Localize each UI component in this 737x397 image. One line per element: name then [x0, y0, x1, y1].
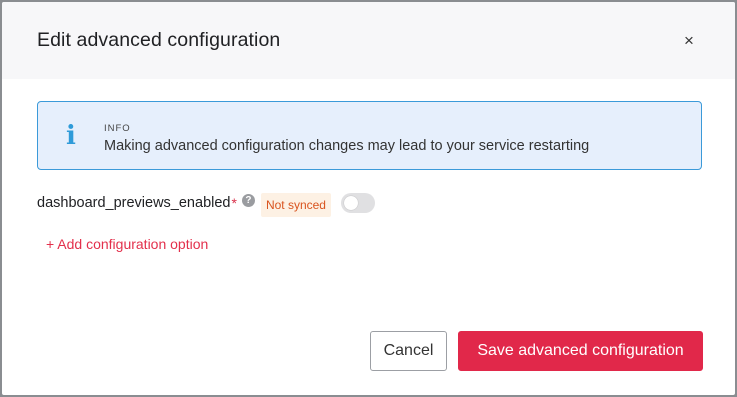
config-key: dashboard_previews_enabled: [37, 195, 231, 211]
help-icon[interactable]: ?: [241, 193, 255, 207]
close-icon[interactable]: ×: [677, 29, 701, 53]
info-message: Making advanced configuration changes ma…: [104, 138, 590, 154]
config-option-row: dashboard_previews_enabled * ? Not synce…: [37, 190, 375, 217]
status-badge: Not synced: [260, 193, 331, 217]
config-toggle[interactable]: [340, 193, 375, 213]
info-icon: i: [66, 121, 76, 151]
add-configuration-option-link[interactable]: + Add configuration option: [46, 236, 208, 252]
info-label: INFO: [104, 123, 131, 134]
info-banner: i INFO Making advanced configuration cha…: [37, 101, 702, 170]
toggle-knob: [343, 196, 358, 210]
save-button[interactable]: Save advanced configuration: [458, 331, 703, 371]
required-marker: *: [231, 195, 237, 211]
cancel-button[interactable]: Cancel: [370, 331, 447, 371]
modal-title: Edit advanced configuration: [37, 29, 281, 51]
modal-header: Edit advanced configuration ×: [2, 2, 735, 79]
edit-config-modal: Edit advanced configuration × i INFO Mak…: [0, 0, 737, 397]
